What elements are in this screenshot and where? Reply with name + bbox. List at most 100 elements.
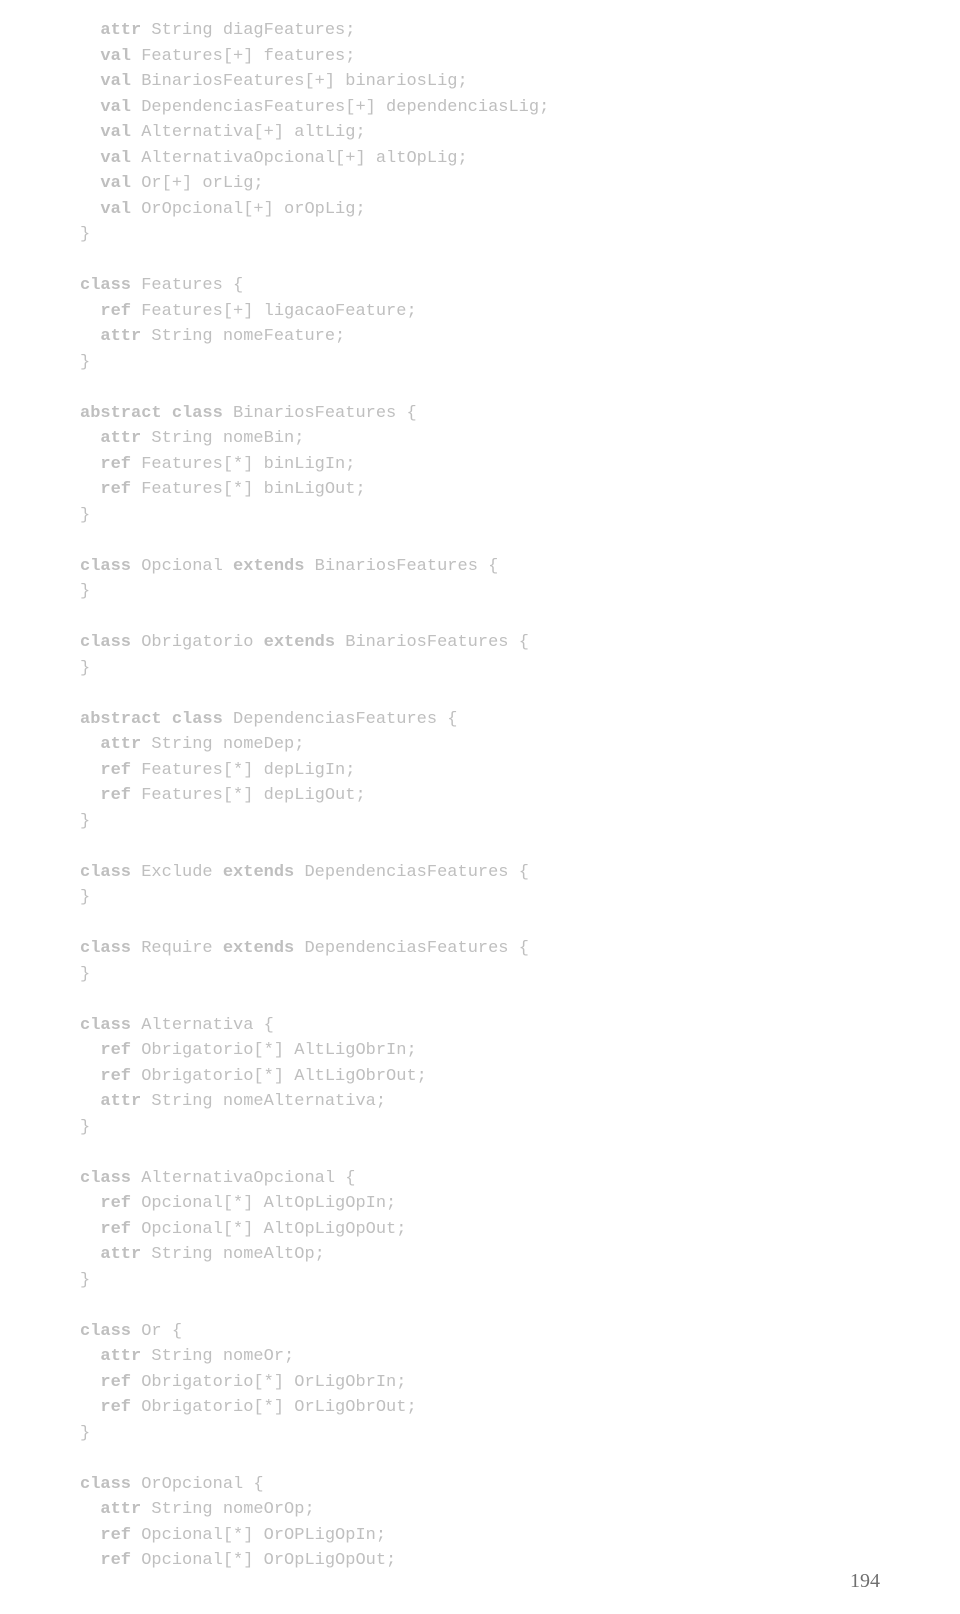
keyword-token: val [80,123,131,142]
code-line [80,248,960,274]
keyword-token: val [80,200,131,219]
code-line [80,911,960,937]
code-token: } [80,659,90,678]
keyword-token: ref [80,1041,131,1060]
code-line: } [80,503,960,529]
code-token: String nomeAlternativa; [141,1092,386,1111]
code-token: String nomeDep; [141,735,304,754]
code-token: String nomeOr; [141,1347,294,1366]
code-line: attr String nomeOrOp; [80,1497,960,1523]
code-token: } [80,582,90,601]
keyword-token: class [80,1169,131,1188]
code-token: Features[+] features; [131,47,355,66]
code-token: Opcional[*] AltOpLigOpIn; [131,1194,396,1213]
code-token: Features[*] depLigOut; [131,786,366,805]
keyword-token: ref [80,480,131,499]
keyword-token: val [80,47,131,66]
keyword-token: val [80,98,131,117]
code-token: Or[+] orLig; [131,174,264,193]
code-line: class Or { [80,1319,960,1345]
keyword-token: ref [80,1551,131,1570]
code-line: val Alternativa[+] altLig; [80,120,960,146]
code-line: attr String diagFeatures; [80,18,960,44]
code-token: } [80,225,90,244]
code-line: ref Features[+] ligacaoFeature; [80,299,960,325]
code-line: } [80,656,960,682]
page-number: 194 [850,1566,880,1596]
code-line: ref Opcional[*] OrOPLigOpIn; [80,1523,960,1549]
code-token: DependenciasFeatures[+] dependenciasLig; [131,98,549,117]
code-token: OrOpcional[+] orOpLig; [131,200,366,219]
code-token: Alternativa { [131,1016,274,1035]
keyword-token: class [80,1475,131,1494]
code-token: } [80,1271,90,1290]
code-line: class AlternativaOpcional { [80,1166,960,1192]
keyword-token: ref [80,786,131,805]
code-token: Require [131,939,223,958]
code-line: } [80,579,960,605]
code-line: abstract class DependenciasFeatures { [80,707,960,733]
keyword-token: class [80,633,131,652]
keyword-token: val [80,174,131,193]
code-token: String nomeOrOp; [141,1500,314,1519]
code-token: AlternativaOpcional[+] altOpLig; [131,149,468,168]
keyword-token: class [80,1016,131,1035]
code-token: BinariosFeatures { [223,404,417,423]
keyword-token: val [80,72,131,91]
code-token: } [80,965,90,984]
code-line [80,987,960,1013]
code-line: } [80,222,960,248]
code-line: val DependenciasFeatures[+] dependencias… [80,95,960,121]
code-line: class Alternativa { [80,1013,960,1039]
code-line: } [80,809,960,835]
code-line: ref Opcional[*] AltOpLigOpIn; [80,1191,960,1217]
keyword-token: attr [80,1347,141,1366]
code-line: attr String nomeAltOp; [80,1242,960,1268]
keyword-token: attr [80,735,141,754]
keyword-token: class [80,939,131,958]
code-line: ref Opcional[*] AltOpLigOpOut; [80,1217,960,1243]
code-line [80,1140,960,1166]
code-line: attr String nomeOr; [80,1344,960,1370]
code-token: } [80,812,90,831]
keyword-token: attr [80,429,141,448]
code-token: Features[*] binLigOut; [131,480,366,499]
keyword-token: class [80,557,131,576]
keyword-token: ref [80,1067,131,1086]
code-token: Opcional [131,557,233,576]
code-token: OrOpcional { [131,1475,264,1494]
code-token: } [80,888,90,907]
keyword-token: ref [80,1373,131,1392]
code-line: ref Features[*] binLigOut; [80,477,960,503]
code-line: class Require extends DependenciasFeatur… [80,936,960,962]
code-token: } [80,1118,90,1137]
code-line: val Features[+] features; [80,44,960,70]
code-token: DependenciasFeatures { [294,863,529,882]
code-token: Obrigatorio[*] OrLigObrIn; [131,1373,406,1392]
keyword-token: attr [80,327,141,346]
code-line: attr String nomeFeature; [80,324,960,350]
code-line: ref Obrigatorio[*] OrLigObrOut; [80,1395,960,1421]
code-line: attr String nomeAlternativa; [80,1089,960,1115]
code-line: attr String nomeBin; [80,426,960,452]
code-token: BinariosFeatures[+] binariosLig; [131,72,468,91]
keyword-token: extends [223,939,294,958]
keyword-token: extends [233,557,304,576]
keyword-token: class [80,276,131,295]
code-token: Obrigatorio[*] AltLigObrOut; [131,1067,427,1086]
code-token: } [80,506,90,525]
code-line: val OrOpcional[+] orOpLig; [80,197,960,223]
keyword-token: ref [80,455,131,474]
keyword-token: extends [264,633,335,652]
code-token: BinariosFeatures { [304,557,498,576]
code-token: Obrigatorio[*] OrLigObrOut; [131,1398,417,1417]
code-token: String nomeBin; [141,429,304,448]
code-token: Features[*] binLigIn; [131,455,355,474]
code-line: ref Features[*] binLigIn; [80,452,960,478]
code-line: val AlternativaOpcional[+] altOpLig; [80,146,960,172]
code-line: } [80,885,960,911]
code-token: } [80,353,90,372]
code-line: class Exclude extends DependenciasFeatur… [80,860,960,886]
keyword-token: val [80,149,131,168]
code-line: attr String nomeDep; [80,732,960,758]
